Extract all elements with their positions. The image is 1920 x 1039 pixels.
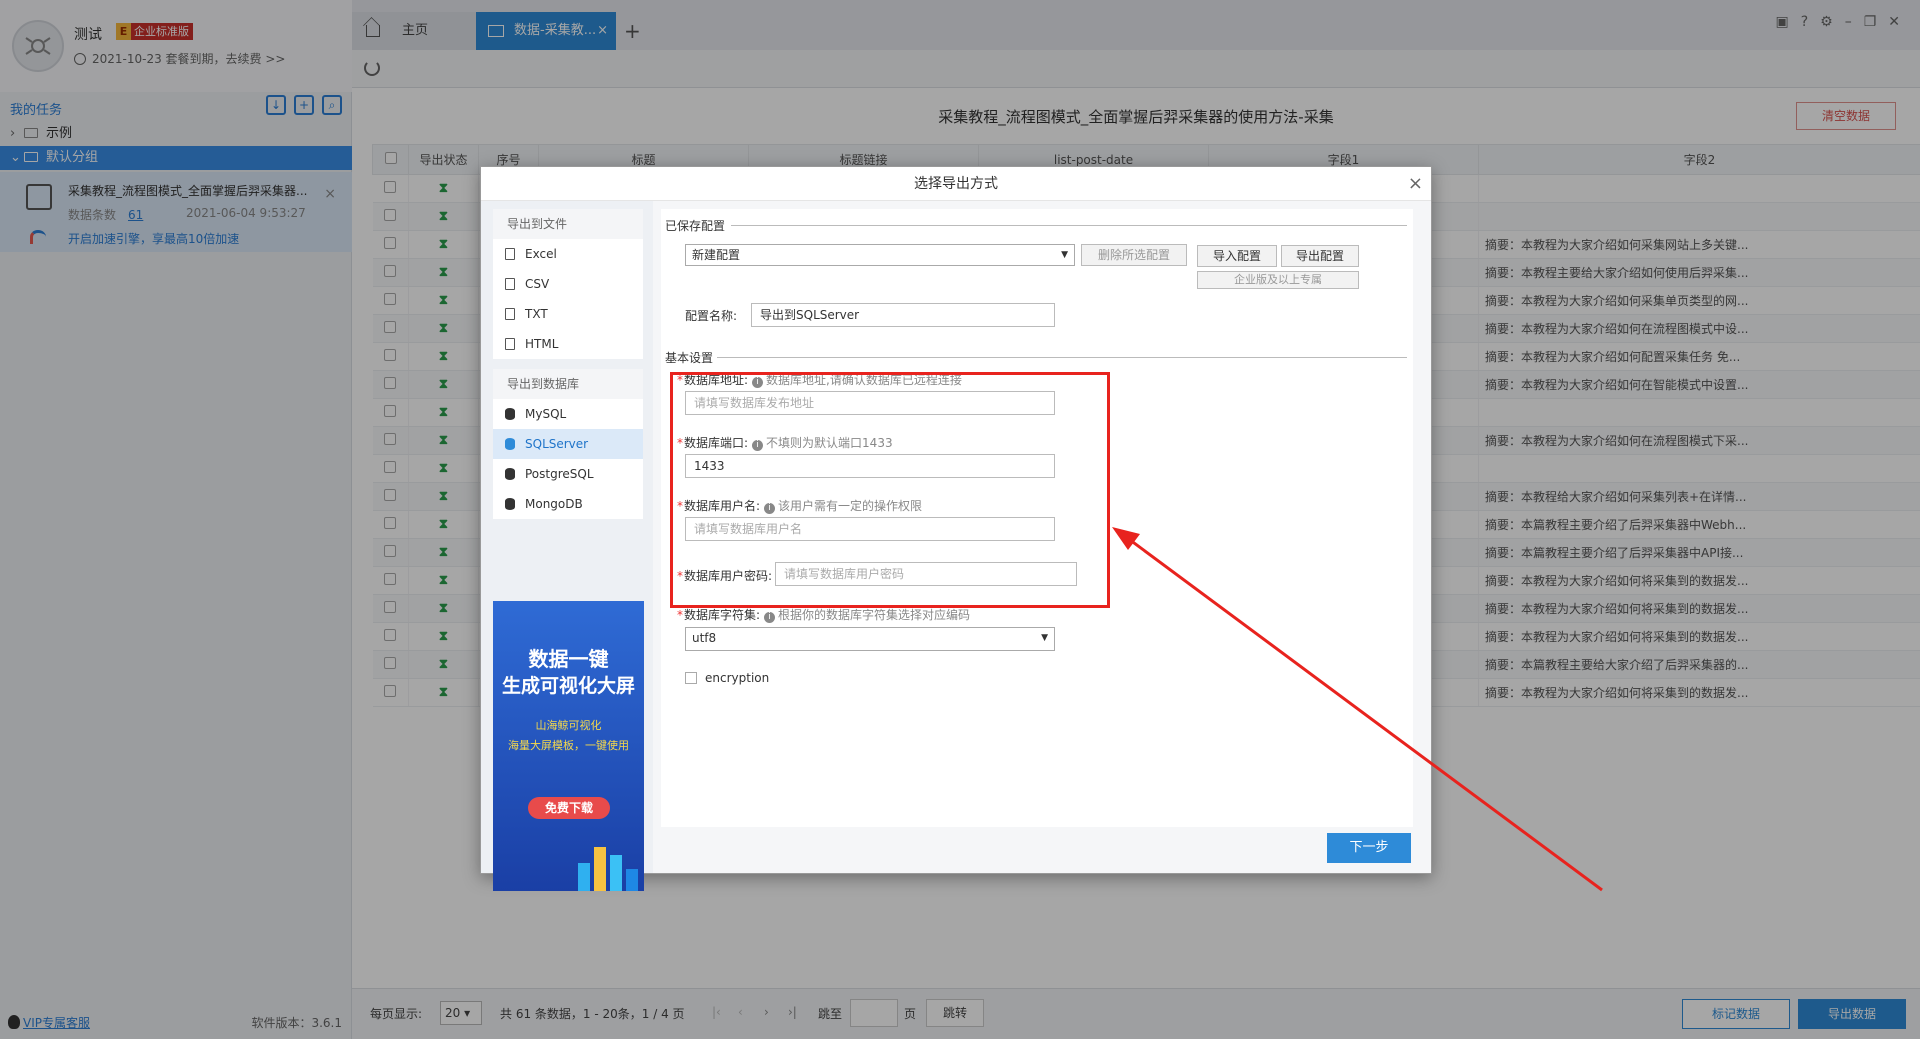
annotation-arrow [1112, 527, 1603, 892]
